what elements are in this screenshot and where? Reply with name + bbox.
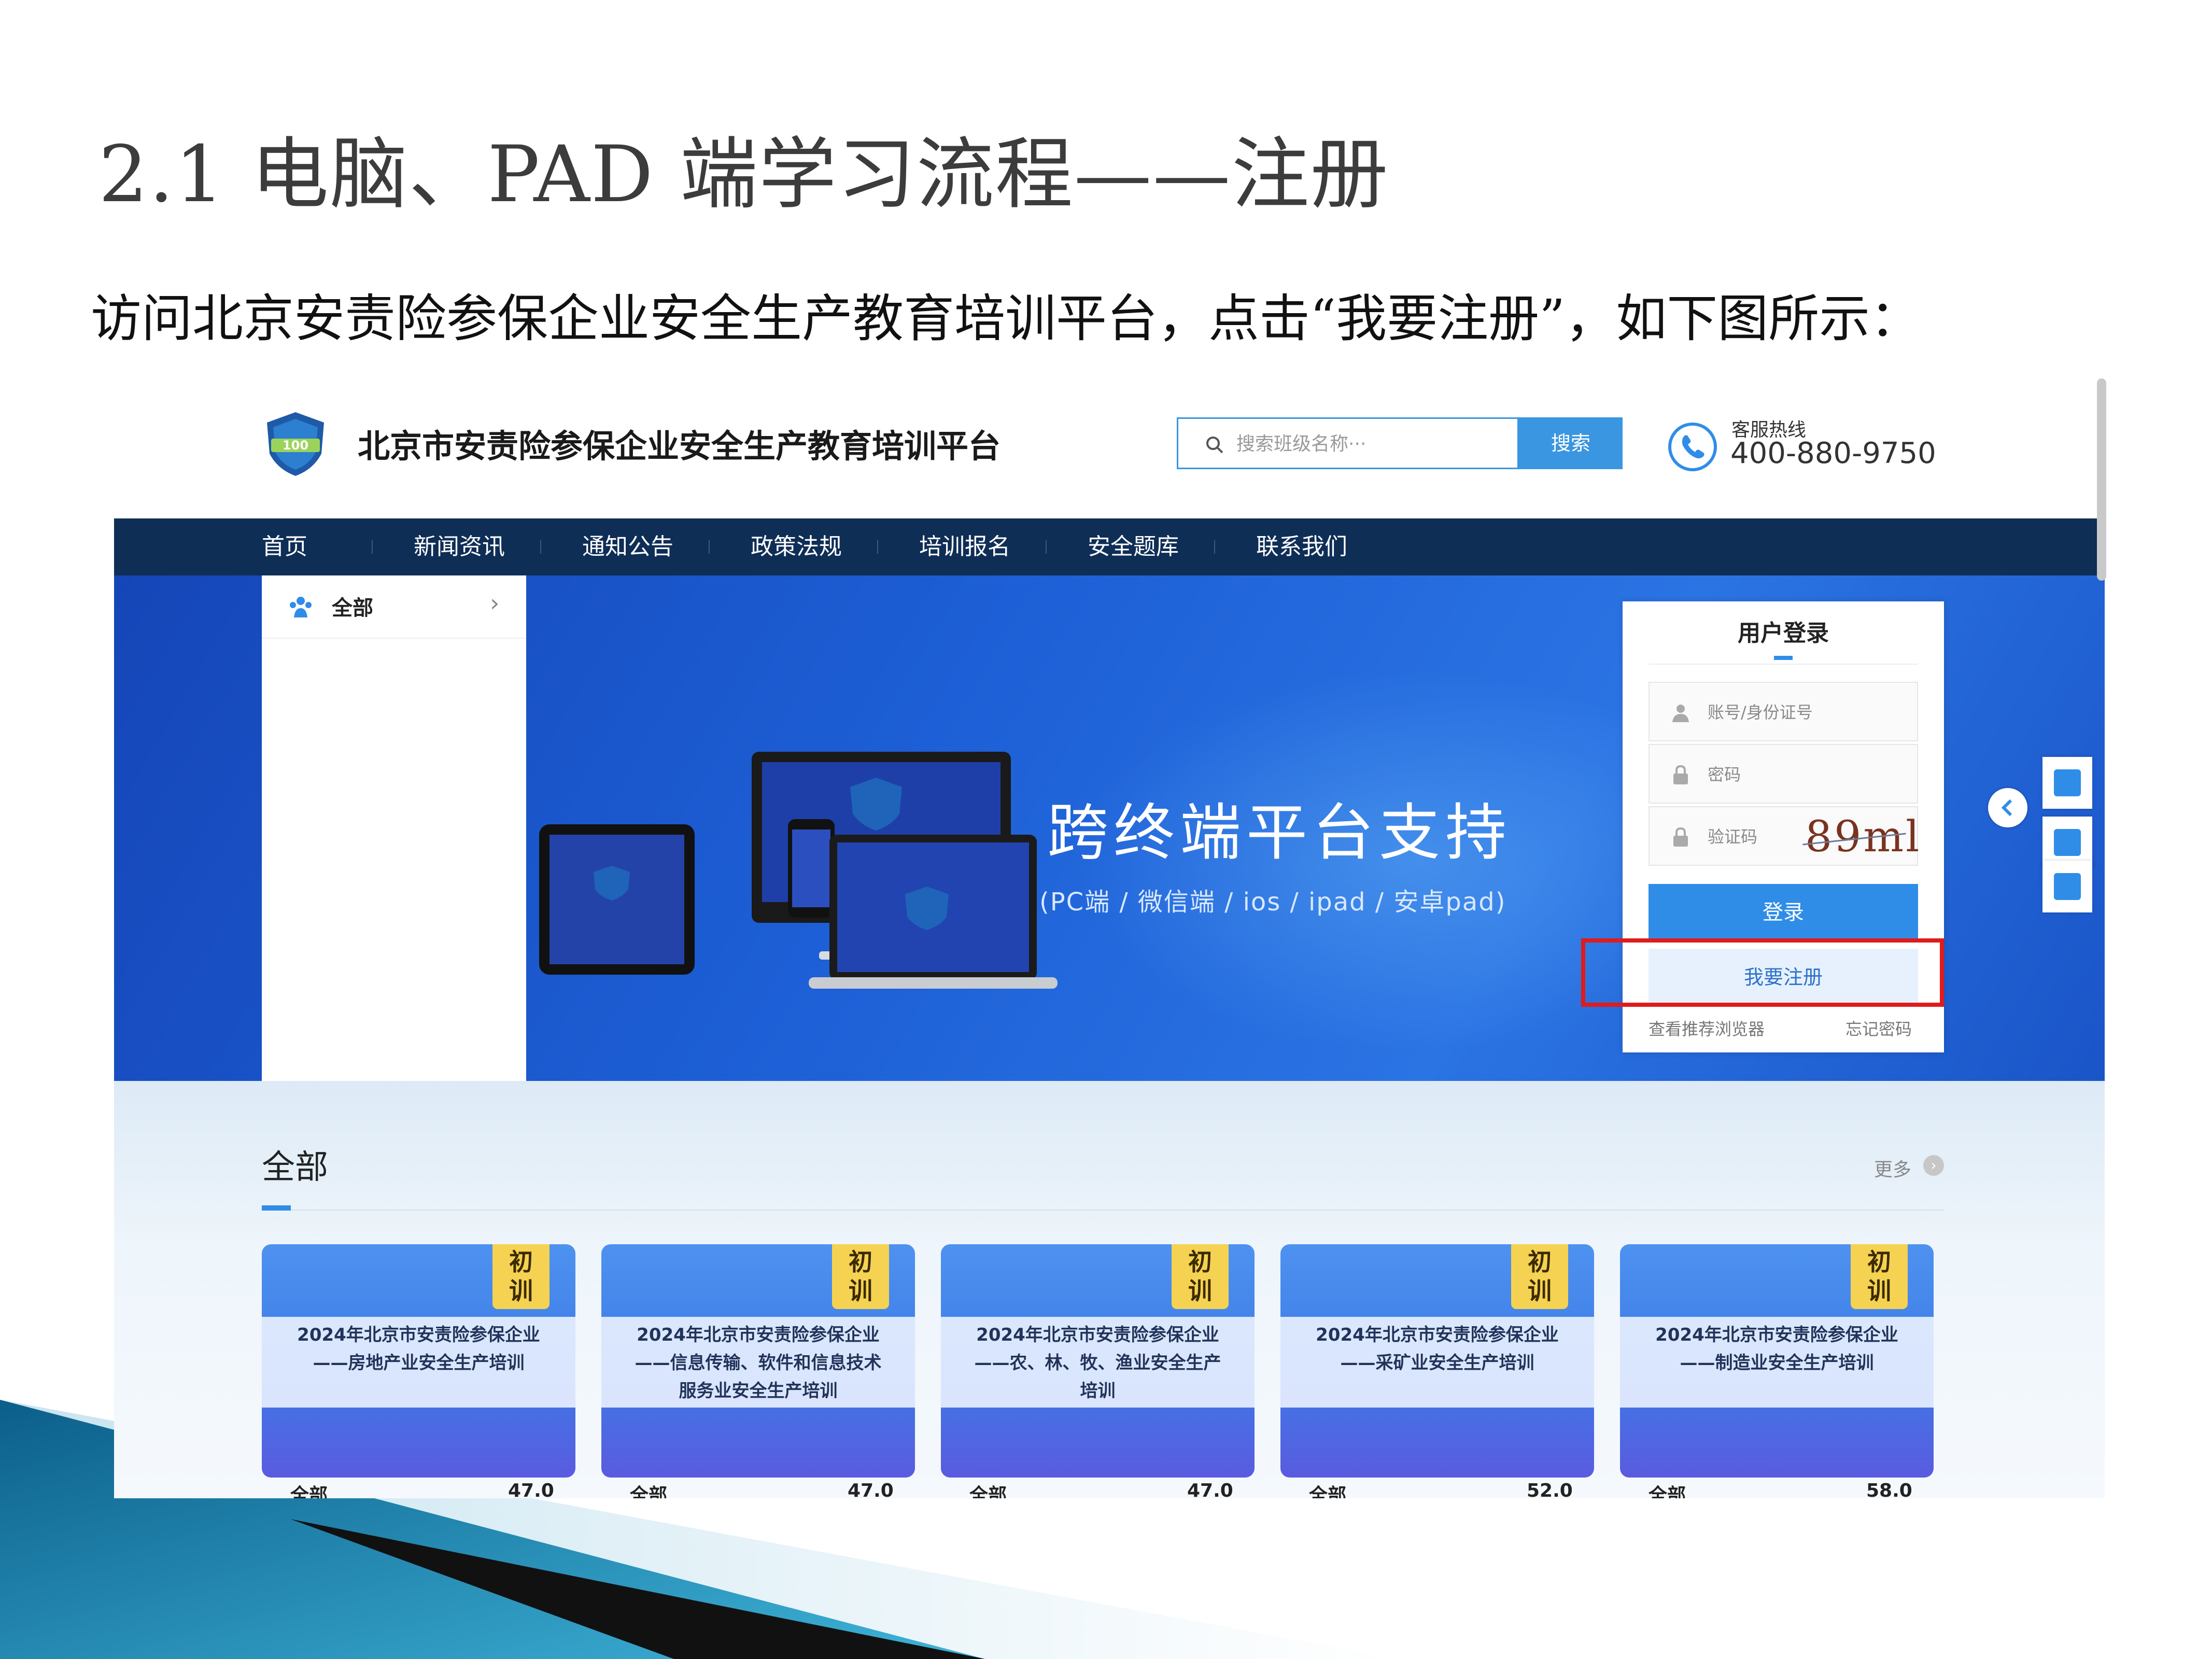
- course-score: 47.0: [1187, 1480, 1233, 1498]
- account-input[interactable]: [1707, 683, 1906, 741]
- search-button[interactable]: 搜索: [1519, 417, 1623, 469]
- lock-icon: [1673, 827, 1688, 847]
- course-card[interactable]: 初训 2024年北京市安责险参保企业 ——房地产业安全生产培训 全部 47.0: [262, 1244, 575, 1498]
- nav-question-bank[interactable]: 安全题库: [1088, 518, 1179, 575]
- collapse-arrow-button[interactable]: [1988, 788, 2027, 827]
- nav-registration[interactable]: 培训报名: [919, 518, 1010, 575]
- courses-title: 全部: [262, 1148, 328, 1187]
- course-badge: 初训: [492, 1244, 550, 1309]
- course-tag: 全部: [969, 1485, 1007, 1498]
- slide-subtitle: 访问北京安责险参保企业安全生产教育培训平台，点击“我要注册”，如下图所示：: [91, 289, 1921, 348]
- scrollbar[interactable]: [2097, 378, 2106, 581]
- site-header: 100 北京市安责险参保企业安全生产教育培训平台 搜索 客服热线 400-880…: [114, 378, 2105, 518]
- search-box: [1177, 417, 1519, 469]
- courses-section: 全部 更多 › 初训 2024年北京市安责险参保企业 ——房地产业安全生产培训 全…: [114, 1081, 2105, 1498]
- forgot-password-link[interactable]: 忘记密码: [1845, 1016, 1912, 1040]
- chat-tool-button[interactable]: [2042, 861, 2092, 912]
- slide-title: 2.1 电脑、PAD 端学习流程——注册: [98, 130, 1389, 220]
- course-score: 47.0: [848, 1480, 894, 1498]
- course-badge: 初训: [1511, 1244, 1568, 1309]
- register-highlight-box: [1581, 938, 1944, 1007]
- course-score: 58.0: [1866, 1480, 1912, 1498]
- search-input[interactable]: [1235, 419, 1507, 469]
- course-card-image: 初训 2024年北京市安责险参保企业 ——采矿业安全生产培训: [1280, 1244, 1594, 1478]
- course-card[interactable]: 初训 2024年北京市安责险参保企业 ——农、林、牧、渔业安全生产 培训 全部 47…: [941, 1244, 1255, 1498]
- login-divider: [1649, 664, 1918, 665]
- courses-divider: [262, 1210, 1944, 1211]
- category-item-all[interactable]: 全部 ›: [262, 575, 526, 639]
- course-badge: 初训: [1851, 1244, 1908, 1309]
- qrcode-icon: [2054, 769, 2081, 796]
- banner-subtitle: (PC端 / 微信端 / ios / ipad / 安卓pad): [1039, 888, 1506, 917]
- course-card-image: 初训 2024年北京市安责险参保企业 ——房地产业安全生产培训: [262, 1244, 575, 1478]
- nav-news[interactable]: 新闻资讯: [414, 518, 505, 575]
- nav-separator: [372, 540, 373, 554]
- course-tag: 全部: [1309, 1485, 1347, 1498]
- people-icon: [290, 597, 312, 617]
- login-button[interactable]: 登录: [1649, 884, 1918, 941]
- qrcode-tool-button[interactable]: [2042, 757, 2092, 809]
- course-tag: 全部: [630, 1485, 668, 1498]
- course-tag: 全部: [290, 1485, 328, 1498]
- chat-icon: [2054, 873, 2081, 900]
- account-field[interactable]: [1649, 682, 1918, 741]
- course-title: 2024年北京市安责险参保企业 ——房地产业安全生产培训: [297, 1325, 540, 1373]
- category-label: 全部: [332, 596, 373, 620]
- course-card[interactable]: 初训 2024年北京市安责险参保企业 ——制造业安全生产培训 全部 58.0: [1620, 1244, 1934, 1498]
- site-title: 北京市安责险参保企业安全生产教育培训平台: [358, 427, 1001, 465]
- course-card-image: 初训 2024年北京市安责险参保企业 ——农、林、牧、渔业安全生产 培训: [941, 1244, 1255, 1478]
- phone-icon: [2054, 829, 2081, 856]
- recommended-browser-link[interactable]: 查看推荐浏览器: [1649, 1016, 1765, 1040]
- login-title: 用户登录: [1738, 620, 1829, 646]
- login-title-underline: [1774, 656, 1793, 660]
- course-card[interactable]: 初训 2024年北京市安责险参保企业 ——信息传输、软件和信息技术 服务业安全生产培…: [601, 1244, 915, 1498]
- search-icon: [1206, 437, 1223, 454]
- course-badge: 初训: [832, 1244, 889, 1309]
- password-input[interactable]: [1707, 745, 1906, 804]
- course-title: 2024年北京市安责险参保企业 ——制造业安全生产培训: [1655, 1325, 1898, 1373]
- nav-separator: [709, 540, 710, 554]
- nav-policies[interactable]: 政策法规: [751, 518, 842, 575]
- screenshot: 100 北京市安责险参保企业安全生产教育培训平台 搜索 客服热线 400-880…: [114, 378, 2105, 1498]
- logo-text: 100: [283, 438, 308, 453]
- nav-separator: [1046, 540, 1047, 554]
- chevron-left-icon: [2001, 799, 2012, 817]
- course-tag: 全部: [1649, 1485, 1686, 1498]
- main-nav: 首页 新闻资讯 通知公告 政策法规 培训报名 安全题库 联系我们: [114, 518, 2105, 575]
- nav-notices[interactable]: 通知公告: [582, 518, 673, 575]
- banner-headline: 跨终端平台支持: [1047, 797, 1512, 868]
- user-icon: [1672, 705, 1689, 722]
- nav-separator: [877, 540, 878, 554]
- course-badge: 初训: [1172, 1244, 1229, 1309]
- hotline-number: 400-880-9750: [1730, 437, 1936, 470]
- more-link[interactable]: 更多: [1874, 1155, 1911, 1182]
- course-title: 2024年北京市安责险参保企业 ——农、林、牧、渔业安全生产 培训: [974, 1325, 1221, 1401]
- chevron-right-icon: ›: [490, 589, 500, 617]
- course-card-image: 初训 2024年北京市安责险参保企业 ——制造业安全生产培训: [1620, 1244, 1934, 1478]
- nav-separator: [540, 540, 541, 554]
- captcha-field[interactable]: 89ml: [1649, 806, 1919, 866]
- captcha-input[interactable]: [1707, 807, 1802, 866]
- course-score: 47.0: [508, 1480, 554, 1498]
- category-panel: 全部 ›: [262, 575, 526, 1081]
- logo-icon: 100: [267, 412, 324, 476]
- lock-icon: [1673, 765, 1688, 784]
- nav-separator: [1214, 540, 1215, 554]
- password-field[interactable]: [1649, 744, 1918, 804]
- nav-contact[interactable]: 联系我们: [1256, 518, 1347, 575]
- course-score: 52.0: [1527, 1480, 1573, 1498]
- course-title: 2024年北京市安责险参保企业 ——信息传输、软件和信息技术 服务业安全生产培训: [635, 1325, 882, 1401]
- phone-icon: [1668, 423, 1717, 471]
- chevron-right-icon[interactable]: ›: [1923, 1155, 1944, 1176]
- courses-title-underline: [262, 1205, 291, 1211]
- course-card-image: 初训 2024年北京市安责险参保企业 ——信息传输、软件和信息技术 服务业安全生产培…: [601, 1244, 915, 1478]
- course-title: 2024年北京市安责险参保企业 ——采矿业安全生产培训: [1316, 1325, 1559, 1373]
- nav-home[interactable]: 首页: [262, 518, 307, 575]
- course-card[interactable]: 初训 2024年北京市安责险参保企业 ——采矿业安全生产培训 全部 52.0: [1280, 1244, 1594, 1498]
